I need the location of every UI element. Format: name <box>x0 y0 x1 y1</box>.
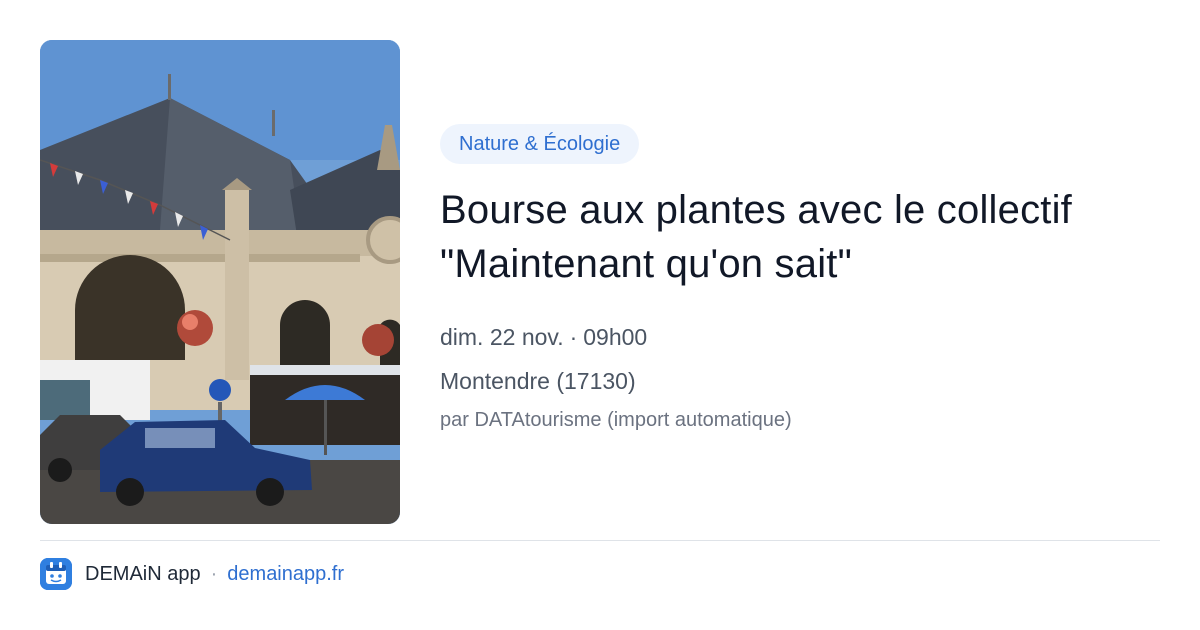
footer: DEMAiN app · demainapp.fr <box>40 558 344 590</box>
market-hall-illustration <box>40 40 400 524</box>
event-title-line-1: Bourse aux plantes avec le collectif <box>440 188 1072 232</box>
event-date: dim. 22 nov. <box>440 324 564 350</box>
footer-separator: · <box>210 562 218 585</box>
footer-divider <box>40 540 1160 541</box>
app-domain-link[interactable]: demainapp.fr <box>227 563 344 586</box>
event-author: par DATAtourisme (import automatique) <box>440 409 792 431</box>
event-title[interactable]: Bourse aux plantes avec le collectif "Ma… <box>440 183 1160 291</box>
app-logo-icon-graphic <box>40 558 72 590</box>
event-meta: dim. 22 nov. · 09h00 Montendre (17130) <box>440 315 1170 403</box>
datetime-separator: · <box>569 324 578 350</box>
event-title-line-2: "Maintenant qu'on sait" <box>440 242 853 286</box>
app-logo-icon <box>40 558 72 590</box>
share-card: Nature & Écologie Bourse aux plantes ave… <box>0 0 1200 630</box>
event-time: 09h00 <box>583 324 648 350</box>
event-datetime: dim. 22 nov. · 09h00 <box>440 315 1170 359</box>
category-badge[interactable]: Nature & Écologie <box>440 124 640 164</box>
app-name: DEMAiN app <box>85 562 201 585</box>
event-info: Nature & Écologie Bourse aux plantes ave… <box>440 124 1170 432</box>
event-photo <box>40 40 400 524</box>
event-location: Montendre (17130) <box>440 368 636 394</box>
